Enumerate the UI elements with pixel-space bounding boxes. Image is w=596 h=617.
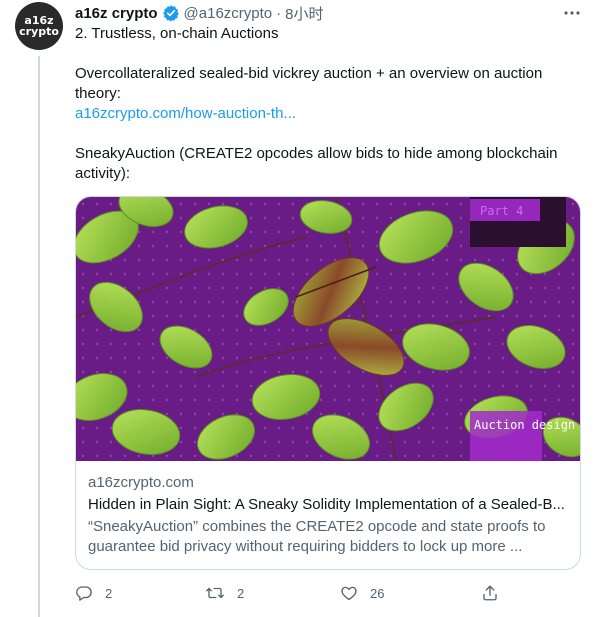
tweet-link[interactable]: a16zcrypto.com/how-auction-th... xyxy=(75,105,296,122)
tweet-line-1: 2. Trustless, on-chain Auctions xyxy=(75,25,279,42)
retweet-count: 2 xyxy=(237,585,245,601)
more-icon[interactable] xyxy=(560,2,584,24)
reply-count: 2 xyxy=(105,585,113,601)
separator-dot: · xyxy=(276,4,282,22)
tweet-text: 2. Trustless, on-chain Auctions Overcoll… xyxy=(75,24,575,184)
heart-icon xyxy=(340,584,358,602)
like-button[interactable]: 26 xyxy=(340,582,384,604)
retweet-button[interactable]: 2 xyxy=(205,582,244,604)
share-icon xyxy=(481,584,499,602)
author-name[interactable]: a16z crypto xyxy=(75,5,158,22)
like-count: 26 xyxy=(370,585,385,601)
tweet-line-3: SneakyAuction (CREATE2 opcodes allow bid… xyxy=(75,145,558,182)
card-description: “SneakyAuction” combines the CREATE2 opc… xyxy=(88,518,546,555)
card-domain: a16zcrypto.com xyxy=(88,474,194,491)
card-image[interactable]: Part 4 Auction design for web3 xyxy=(76,197,580,461)
avatar-text-bottom: crypto xyxy=(19,25,59,38)
tweet-line-2: Overcollateralized sealed-bid vickrey au… xyxy=(75,65,543,102)
retweet-icon xyxy=(205,584,225,602)
image-tag-bottom: Auction design for web3 xyxy=(474,418,580,432)
avatar[interactable]: a16z crypto xyxy=(15,2,63,50)
card-title: Hidden in Plain Sight: A Sneaky Solidity… xyxy=(88,496,565,513)
reply-icon xyxy=(75,584,93,602)
card-meta: a16zcrypto.com Hidden in Plain Sight: A … xyxy=(76,461,580,557)
share-button[interactable] xyxy=(481,582,511,604)
image-tag-top: Part 4 xyxy=(480,204,523,218)
tweet-time[interactable]: 8小时 xyxy=(285,3,323,24)
svg-text:Auction design for web3: Auction design for web3 xyxy=(474,418,580,432)
reply-button[interactable]: 2 xyxy=(75,582,112,604)
thread-line xyxy=(38,56,40,617)
tweet-header: a16z crypto @a16zcrypto · 8小时 xyxy=(75,2,324,24)
tweet-actions: 2 2 26 xyxy=(75,582,579,604)
link-card[interactable]: Part 4 Auction design for web3 a16zcrypt… xyxy=(75,196,581,570)
author-handle[interactable]: @a16zcrypto xyxy=(184,5,273,22)
verified-badge-icon xyxy=(162,4,180,22)
